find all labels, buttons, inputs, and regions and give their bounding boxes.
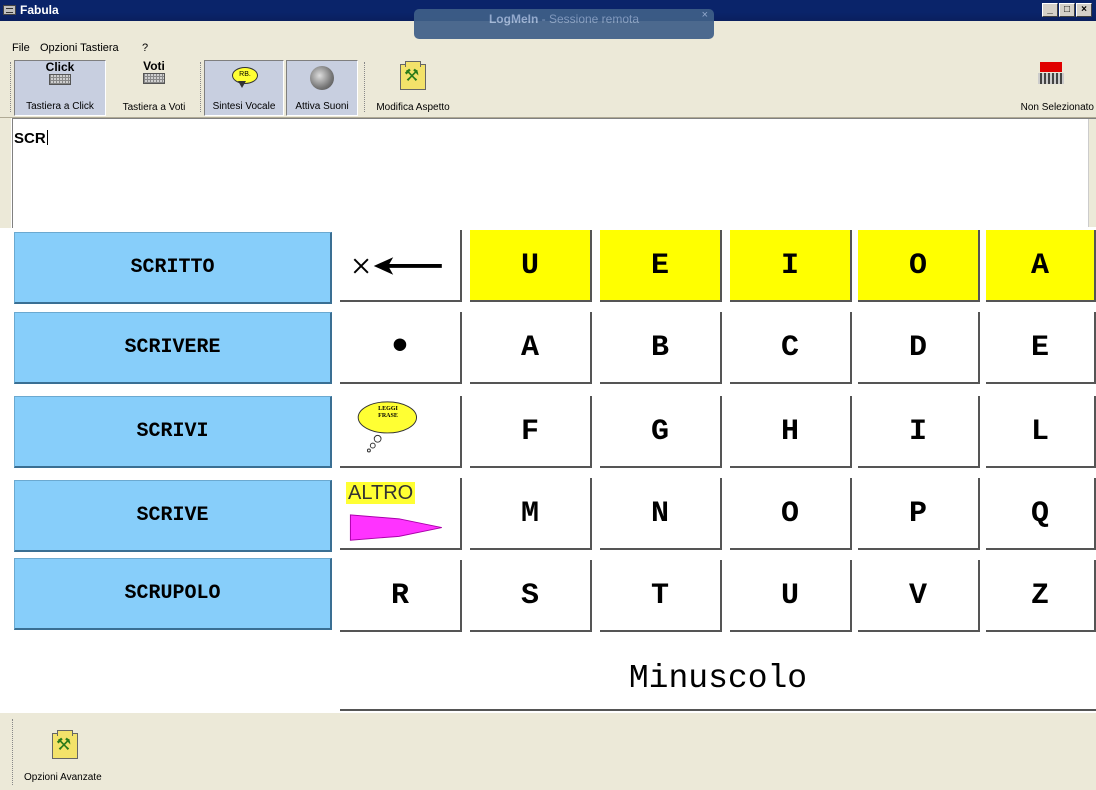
suggestion-scrive[interactable]: SCRIVE — [14, 480, 332, 552]
key-t[interactable]: T — [600, 560, 722, 632]
left-gutter — [0, 118, 12, 228]
backspace-key[interactable] — [340, 230, 462, 302]
toolbar: Click Tastiera a Click Voti Tastiera a V… — [0, 58, 1096, 118]
key-g[interactable]: G — [600, 396, 722, 468]
leggi-frase-key[interactable]: LEGGI FRASE — [340, 396, 462, 468]
suggestion-scrivi[interactable]: SCRIVI — [14, 396, 332, 468]
tastiera-click-label: Tastiera a Click — [26, 101, 94, 112]
speaker-icon — [310, 66, 334, 90]
text-editor[interactable]: SCR — [12, 118, 1096, 228]
key-h[interactable]: H — [730, 396, 852, 468]
key-q[interactable]: Q — [986, 478, 1096, 550]
key-d[interactable]: D — [858, 312, 980, 384]
tools-folder-icon — [52, 730, 78, 759]
bottom-toolbar: Opzioni Avanzate — [0, 712, 1096, 790]
window-controls: _ □ × — [1042, 3, 1092, 17]
logmein-label: LogMeIn — [488, 12, 539, 26]
menu-opzioni-tastiera[interactable]: Opzioni Tastiera — [40, 42, 119, 54]
tastiera-click-button[interactable]: Click Tastiera a Click — [14, 60, 106, 116]
click-caption: Click — [45, 60, 75, 74]
key-f[interactable]: F — [470, 396, 592, 468]
menu-bar: File Opzioni Tastiera ? — [0, 39, 1096, 57]
attiva-suoni-button[interactable]: Attiva Suoni — [286, 60, 358, 116]
case-toggle-button[interactable]: Minuscolo — [340, 651, 1096, 711]
key-e[interactable]: E — [986, 312, 1096, 384]
keyboard-icon — [143, 73, 165, 84]
key-l[interactable]: L — [986, 396, 1096, 468]
on-screen-keyboard: SCRITTO SCRIVERE SCRIVI SCRIVE SCRUPOLO … — [0, 228, 1096, 712]
toolbar-grip — [200, 62, 202, 112]
logmein-close-icon[interactable]: × — [702, 9, 708, 21]
text-caret — [46, 130, 48, 145]
editor-text: SCR — [14, 130, 46, 147]
altro-arrow-icon — [349, 514, 442, 541]
attiva-suoni-label: Attiva Suoni — [295, 101, 349, 112]
tastiera-voti-button[interactable]: Voti Tastiera a Voti — [108, 60, 200, 116]
key-v[interactable]: V — [858, 560, 980, 632]
key-a-vowel[interactable]: A — [986, 230, 1096, 302]
key-i-vowel[interactable]: I — [730, 230, 852, 302]
opzioni-avanzate-label: Opzioni Avanzate — [24, 772, 102, 783]
key-o-vowel[interactable]: O — [858, 230, 980, 302]
window-title: Fabula — [20, 3, 59, 17]
key-u[interactable]: U — [730, 560, 852, 632]
keyboard-status-icon — [1038, 62, 1064, 86]
sintesi-vocale-button[interactable]: Sintesi Vocale — [204, 60, 284, 116]
non-selezionato-button[interactable]: Non Selezionato — [1004, 60, 1096, 116]
toolbar-grip — [12, 719, 14, 785]
key-z[interactable]: Z — [986, 560, 1096, 632]
leggi-frase-label: LEGGI FRASE — [378, 406, 398, 419]
key-u-vowel[interactable]: U — [470, 230, 592, 302]
key-i[interactable]: I — [858, 396, 980, 468]
key-b[interactable]: B — [600, 312, 722, 384]
suggestion-scrivere[interactable]: SCRIVERE — [14, 312, 332, 384]
app-keyboard-icon — [3, 5, 16, 15]
minimize-button[interactable]: _ — [1042, 3, 1058, 17]
key-n[interactable]: N — [600, 478, 722, 550]
maximize-button[interactable]: □ — [1059, 3, 1075, 17]
suggestion-scritto[interactable]: SCRITTO — [14, 232, 332, 304]
speech-bubble-icon — [230, 67, 258, 89]
key-o[interactable]: O — [730, 478, 852, 550]
toolbar-grip — [10, 62, 12, 112]
menu-file[interactable]: File — [12, 42, 30, 54]
tools-folder-icon — [400, 61, 426, 90]
key-a[interactable]: A — [470, 312, 592, 384]
close-button[interactable]: × — [1076, 3, 1092, 17]
key-p[interactable]: P — [858, 478, 980, 550]
modifica-aspetto-button[interactable]: Modifica Aspetto — [370, 60, 456, 116]
modifica-aspetto-label: Modifica Aspetto — [376, 102, 450, 113]
editor-scrollbar[interactable] — [1088, 119, 1096, 227]
key-c[interactable]: C — [730, 312, 852, 384]
logmein-overlay[interactable]: LogMeIn - Sessione remota × — [414, 9, 714, 39]
non-selezionato-label: Non Selezionato — [1020, 102, 1094, 113]
logmein-sublabel: - Sessione remota — [541, 12, 640, 26]
menu-help[interactable]: ? — [142, 42, 148, 54]
sintesi-vocale-label: Sintesi Vocale — [212, 101, 276, 112]
backspace-arrow-icon — [353, 257, 442, 275]
toolbar-grip — [364, 62, 366, 112]
tastiera-voti-label: Tastiera a Voti — [122, 102, 186, 113]
suggestion-scrupolo[interactable]: SCRUPOLO — [14, 558, 332, 630]
key-s[interactable]: S — [470, 560, 592, 632]
altro-key[interactable]: ALTRO — [340, 478, 462, 550]
key-m[interactable]: M — [470, 478, 592, 550]
voti-caption: Voti — [143, 59, 165, 73]
key-e-vowel[interactable]: E — [600, 230, 722, 302]
keyboard-icon — [49, 74, 71, 85]
dot-key[interactable]: • — [340, 312, 462, 384]
opzioni-avanzate-button[interactable]: Opzioni Avanzate — [24, 723, 124, 783]
key-r[interactable]: R — [340, 560, 462, 632]
